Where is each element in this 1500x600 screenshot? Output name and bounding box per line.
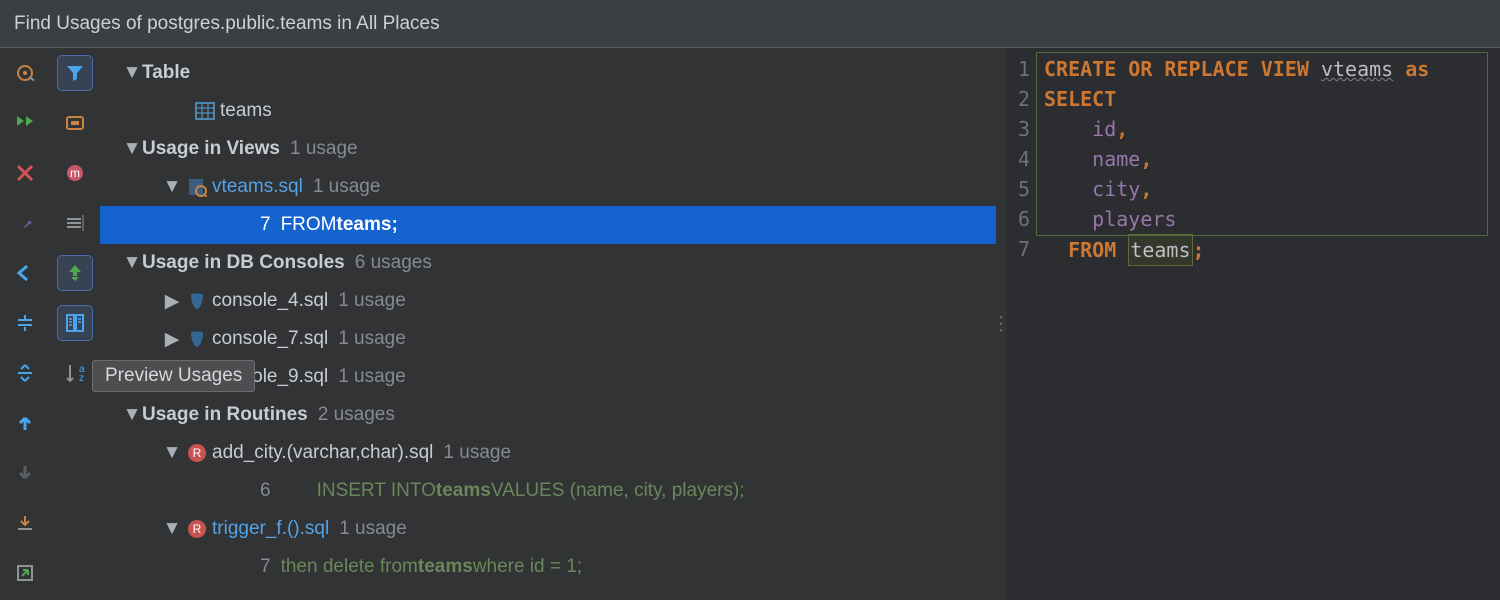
tooltip-preview-usages: Preview Usages (92, 360, 255, 392)
node-vteams-line7[interactable]: 7 FROM teams; (100, 206, 996, 244)
filter-icon[interactable] (58, 56, 92, 90)
line-numbers: 1 2 3 4 5 6 7 (1006, 48, 1036, 600)
code-area[interactable]: CREATE OR REPLACE VIEW vteams as SELECT … (1036, 48, 1500, 600)
collapse-all-icon[interactable] (8, 356, 42, 390)
window-title: Find Usages of postgres.public.teams in … (0, 0, 1500, 48)
svg-text:m: m (70, 166, 80, 180)
node-addcity-file[interactable]: ▼ R add_city.(varchar,char).sql 1 usage (100, 434, 996, 472)
settings-icon[interactable] (8, 56, 42, 90)
group-by-method-icon[interactable]: m (58, 156, 92, 190)
open-new-tab-icon[interactable] (8, 556, 42, 590)
gutter-secondary: m az Preview Usages (50, 48, 100, 600)
node-usage-db-consoles[interactable]: ▼ Usage in DB Consoles 6 usages (100, 244, 996, 282)
routine-icon: R (182, 443, 212, 463)
table-icon (190, 102, 220, 120)
svg-text:z: z (79, 373, 84, 384)
preview-icon[interactable] (58, 306, 92, 340)
splitter[interactable]: ⋮ (996, 48, 1006, 600)
main-content: m az Preview Usages ▼ Table team (0, 48, 1500, 600)
node-table[interactable]: ▼ Table (100, 54, 996, 92)
close-icon[interactable] (8, 156, 42, 190)
title-text: Find Usages of postgres.public.teams in … (14, 13, 440, 35)
routine-icon: R (182, 519, 212, 539)
node-table-teams[interactable]: teams (100, 92, 996, 130)
up-icon[interactable] (8, 406, 42, 440)
export-icon[interactable] (8, 506, 42, 540)
down-icon[interactable] (8, 456, 42, 490)
node-vteams-file[interactable]: ▼ vteams.sql 1 usage (100, 168, 996, 206)
svg-text:R: R (193, 522, 202, 536)
preview-editor[interactable]: 1 2 3 4 5 6 7 CREATE OR REPLACE VIEW vte… (1006, 48, 1500, 600)
expand-all-icon[interactable] (8, 306, 42, 340)
group-by-module-icon[interactable] (58, 106, 92, 140)
pin-icon[interactable] (8, 206, 42, 240)
sql-file-icon (182, 177, 212, 197)
node-console4[interactable]: ▶ console_4.sql 1 usage (100, 282, 996, 320)
autoscroll-icon[interactable] (58, 256, 92, 290)
sort-alpha-icon[interactable]: az (58, 356, 92, 390)
show-import-icon[interactable] (58, 206, 92, 240)
postgres-icon (182, 291, 212, 311)
svg-text:R: R (193, 446, 202, 460)
node-addcity-line6[interactable]: 6 INSERT INTO teams VALUES (name, city, … (100, 472, 996, 510)
node-usage-views[interactable]: ▼ Usage in Views 1 usage (100, 130, 996, 168)
node-trigger-line7[interactable]: 7 then delete from teams where id = 1; (100, 548, 996, 586)
node-trigger-file[interactable]: ▼ R trigger_f.().sql 1 usage (100, 510, 996, 548)
rerun-icon[interactable] (8, 106, 42, 140)
node-console7[interactable]: ▶ console_7.sql 1 usage (100, 320, 996, 358)
usage-tree[interactable]: ▼ Table teams ▼ Usage in Views 1 usage ▼… (100, 48, 996, 600)
node-usage-routines[interactable]: ▼ Usage in Routines 2 usages (100, 396, 996, 434)
gutter-primary (0, 48, 50, 600)
back-icon[interactable] (8, 256, 42, 290)
postgres-icon (182, 329, 212, 349)
